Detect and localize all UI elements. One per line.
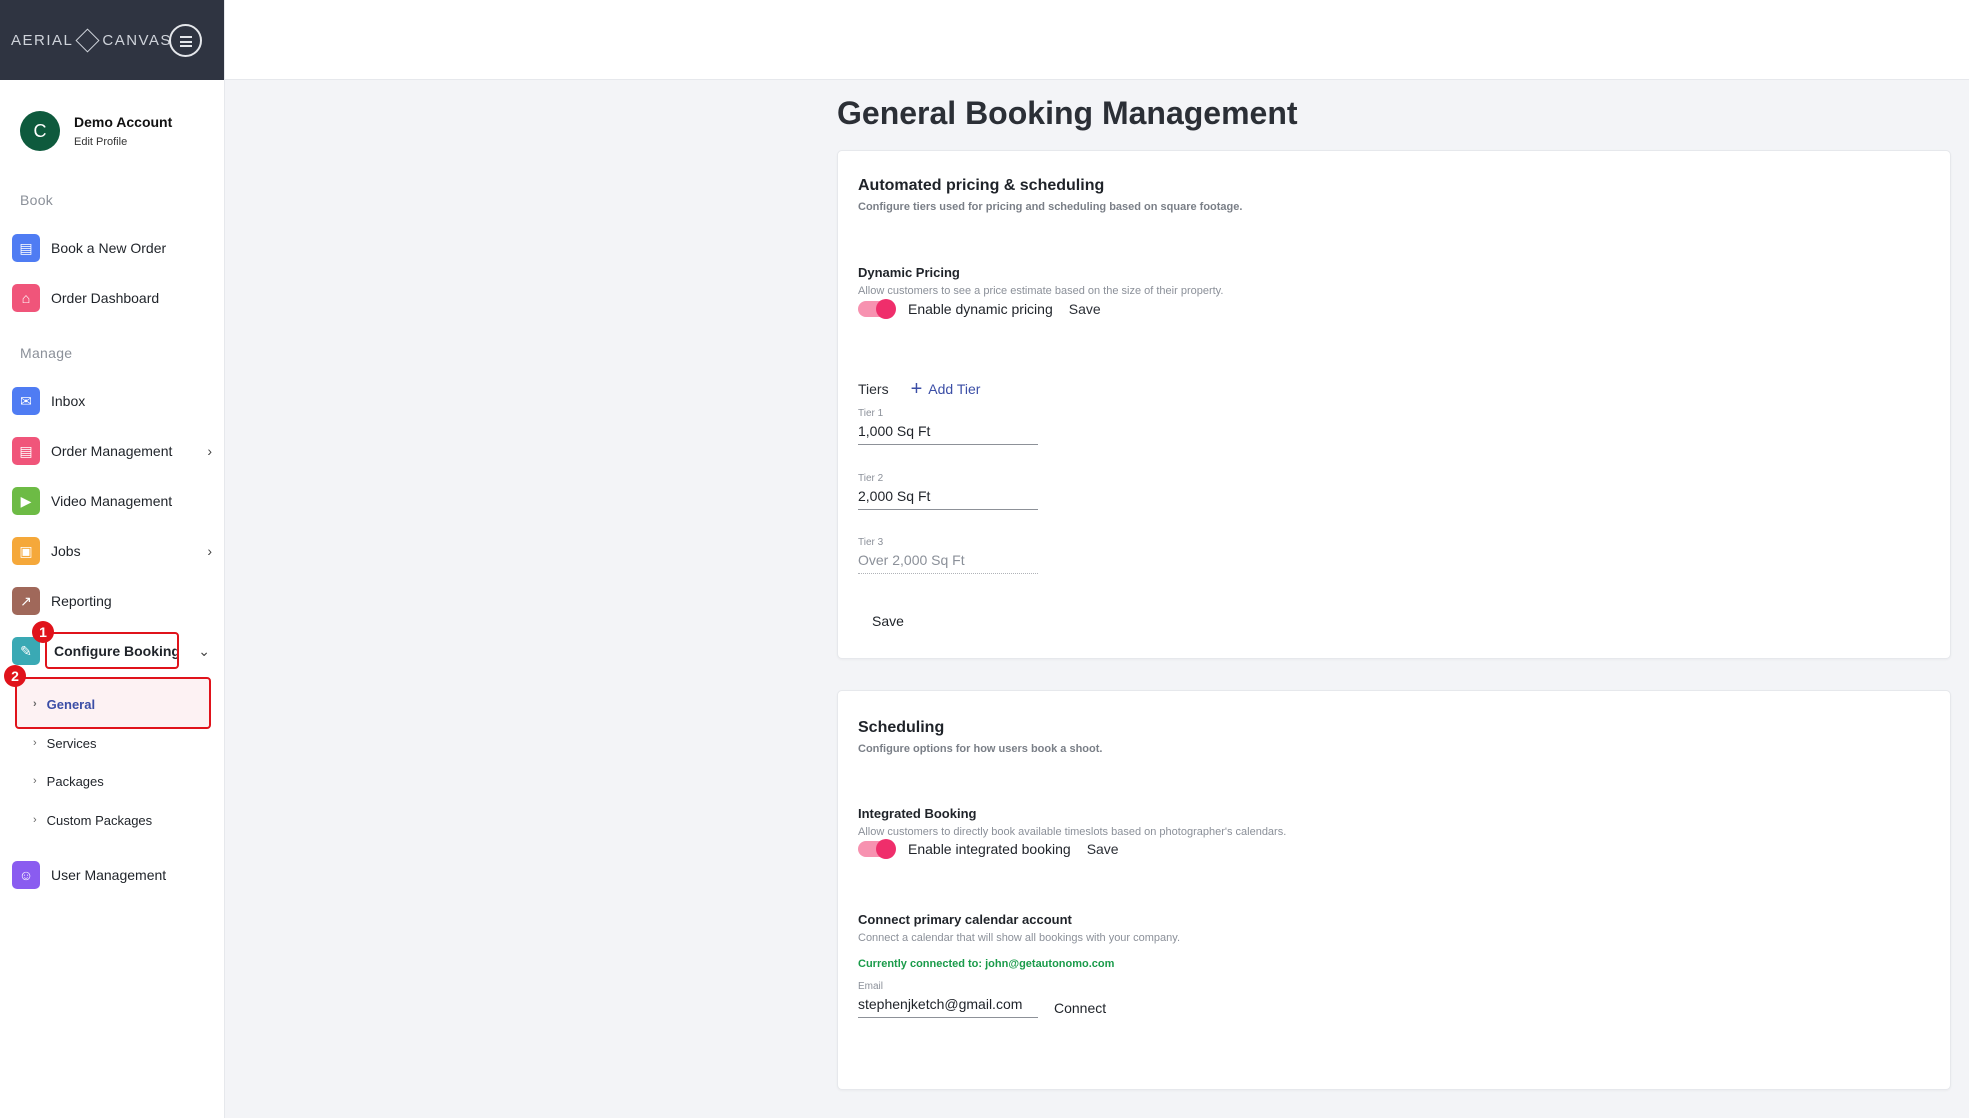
sidebar-item-label: Jobs [51,543,81,559]
email-field[interactable]: Email stephenjketch@gmail.com [858,981,1038,1018]
wand-icon: ✎ [12,637,40,665]
profile: C Demo Account Edit Profile [20,111,172,151]
section-label-book: Book [20,192,54,208]
user-icon: ☺ [12,861,40,889]
avatar[interactable]: C [20,111,60,151]
sub-item-label: General [46,696,96,712]
dynamic-pricing-toggle[interactable] [858,299,896,319]
section-label-manage: Manage [20,345,73,361]
diamond-icon [75,27,100,53]
field-value: 2,000 Sq Ft [858,488,931,504]
chevron-right-icon[interactable]: › [207,443,212,459]
tiers-label: Tiers [858,381,889,397]
card-subtitle: Configure options for how users book a s… [858,743,1103,755]
aerial-canvas-logo[interactable]: AERIAL CANVAS [11,27,172,53]
video-icon: ▶ [12,487,40,515]
caret-right-icon: › [33,775,37,787]
add-tier-button[interactable]: + Add Tier [911,379,981,399]
integrated-booking-title: Integrated Booking [858,806,977,821]
home-icon: ⌂ [12,284,40,312]
orders-icon: ▤ [12,437,40,465]
sub-item-label: Custom Packages [46,812,153,828]
calendar-title: Connect primary calendar account [858,912,1072,927]
sub-item-label: Packages [46,773,104,789]
sidebar-item-user-management[interactable]: ☺ User Management [12,858,212,892]
sidebar-item-label: Order Management [51,443,173,459]
sidebar-item-order-management[interactable]: ▤ Order Management › [12,434,212,468]
sidebar-item-label: Book a New Order [51,240,167,256]
toggle-label: Enable integrated booking [908,841,1071,857]
sidebar-item-label: User Management [51,867,167,883]
sub-item-services[interactable]: › Services [33,731,97,755]
sidebar-item-label: Inbox [51,393,86,409]
toggle-label: Enable dynamic pricing [908,301,1053,317]
field-label: Tier 1 [858,408,884,419]
hamburger-menu-icon[interactable] [169,24,202,57]
save-dynamic-pricing-button[interactable]: Save [1069,301,1101,317]
integrated-booking-row: Enable integrated booking Save [858,839,1119,859]
briefcase-icon: ▣ [12,537,40,565]
brand-header: AERIAL CANVAS [0,0,224,80]
integrated-booking-desc: Allow customers to directly book availab… [858,826,1287,838]
caret-right-icon: › [33,737,37,749]
logo-text-left: AERIAL [11,31,74,49]
sidebar-item-video-management[interactable]: ▶ Video Management [12,484,212,518]
field-label: Tier 3 [858,537,884,548]
edit-profile-link[interactable]: Edit Profile [74,136,172,148]
sidebar-item-label: Order Dashboard [51,290,160,306]
tier-3-field: Tier 3 Over 2,000 Sq Ft [858,537,1038,574]
logo-text-right: CANVAS [102,31,172,49]
chart-icon: ↗ [12,587,40,615]
dynamic-pricing-desc: Allow customers to see a price estimate … [858,285,1224,297]
calendar-desc: Connect a calendar that will show all bo… [858,932,1181,944]
field-label: Email [858,981,884,992]
connect-button[interactable]: Connect [1054,1000,1106,1016]
sub-item-packages[interactable]: › Packages [33,769,104,793]
tier-2-field[interactable]: Tier 2 2,000 Sq Ft [858,473,1038,510]
sidebar-item-order-dashboard[interactable]: ⌂ Order Dashboard [12,281,212,315]
dynamic-pricing-row: Enable dynamic pricing Save [858,299,1101,319]
plus-icon: + [910,378,923,400]
save-integrated-booking-button[interactable]: Save [1087,841,1119,857]
page-title: General Booking Management [837,95,1298,131]
sidebar-item-label: Video Management [51,493,173,509]
sidebar-item-inbox[interactable]: ✉ Inbox [12,384,212,418]
dynamic-pricing-title: Dynamic Pricing [858,265,960,280]
top-bar [225,0,1969,80]
chevron-down-icon[interactable]: ⌄ [198,643,210,660]
card-subtitle: Configure tiers used for pricing and sch… [858,201,1243,213]
card-title: Automated pricing & scheduling [858,177,1105,194]
order-form-icon: ▤ [12,234,40,262]
sidebar-item-book-new-order[interactable]: ▤ Book a New Order [12,231,212,265]
sidebar-item-jobs[interactable]: ▣ Jobs › [12,534,212,568]
sub-item-general[interactable]: › General [33,692,95,716]
sub-item-custom-packages[interactable]: › Custom Packages [33,808,152,832]
caret-right-icon: › [33,698,37,710]
chevron-right-icon[interactable]: › [207,543,212,559]
field-value: stephenjketch@gmail.com [858,996,1023,1012]
annotation-badge-2: 2 [4,665,26,687]
add-tier-label: Add Tier [928,381,981,397]
profile-name: Demo Account [74,114,173,130]
annotation-badge-1: 1 [32,621,54,643]
field-value: 1,000 Sq Ft [858,423,931,439]
mail-icon: ✉ [12,387,40,415]
field-label: Tier 2 [858,473,884,484]
tier-1-field[interactable]: Tier 1 1,000 Sq Ft [858,408,1038,445]
scheduling-card: Scheduling Configure options for how use… [837,690,1951,1090]
sidebar-item-reporting[interactable]: ↗ Reporting [12,584,212,618]
sidebar-item-label: Reporting [51,593,112,609]
integrated-booking-toggle[interactable] [858,839,896,859]
card-title: Scheduling [858,719,945,736]
connected-status: Currently connected to: john@getautonomo… [858,958,1115,970]
caret-right-icon: › [33,814,37,826]
pricing-card: Automated pricing & scheduling Configure… [837,150,1951,659]
sub-item-label: Services [46,735,97,751]
sidebar: AERIAL CANVAS C Demo Account Edit Profil… [0,0,225,1118]
save-tiers-button[interactable]: Save [872,613,904,629]
tiers-row: Tiers + Add Tier [858,379,980,399]
field-value: Over 2,000 Sq Ft [858,552,965,568]
annotation-box-1 [45,632,179,669]
